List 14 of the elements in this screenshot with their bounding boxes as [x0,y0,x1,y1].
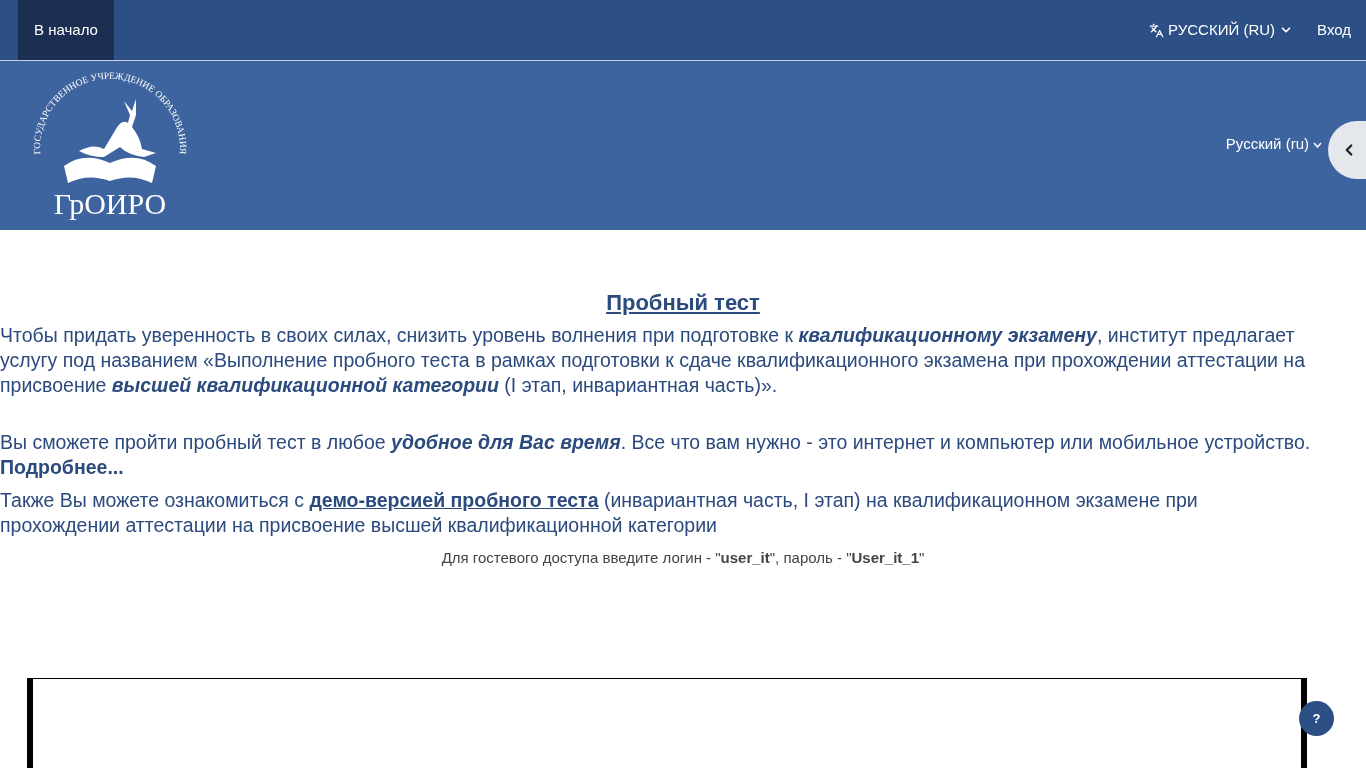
demo-link[interactable]: демо-версией пробного теста [309,489,599,511]
caret-icon [1313,141,1322,148]
translate-icon [1149,22,1165,38]
guest-access-note: Для гостевого доступа введите логин - "user_it", пароль - "User_it_1" [440,548,926,568]
language-dropdown[interactable]: РУССКИЙ (RU) [1149,0,1294,60]
paragraph: Также Вы можете ознакомиться с демо-версией пробного теста (инвариантная часть, I этап) на квалификационном экзамене при прохождении аттестации на присвоение высшей квалификационной категории [0,488,1199,538]
page-title: Пробный тест [606,290,760,315]
drawer-toggle[interactable] [1328,121,1366,179]
paragraph: Вы сможете пройти пробный тест в любое удобное для Вас время. Все что вам нужно - это интернет и компьютер или мобильное устройство. Подробнее... [0,430,1312,480]
home-link[interactable]: В начало [18,0,114,60]
login-link[interactable]: Вход [1317,0,1351,60]
paragraph: Чтобы придать уверенность в своих силах, снизить уровень волнения при подготовке к квалификационному экзамену, институт предлагает услугу под названием «Выполнение пробного теста в рамках подготовки к сдаче квалификационного экзамена при прохождении аттестации на присвоение высшей квалификационной категории (I этап, инвариантная часть)». [0,323,1306,398]
language-menu[interactable]: Русский (ru) [1225,133,1322,156]
help-button[interactable]: ? [1299,701,1334,736]
